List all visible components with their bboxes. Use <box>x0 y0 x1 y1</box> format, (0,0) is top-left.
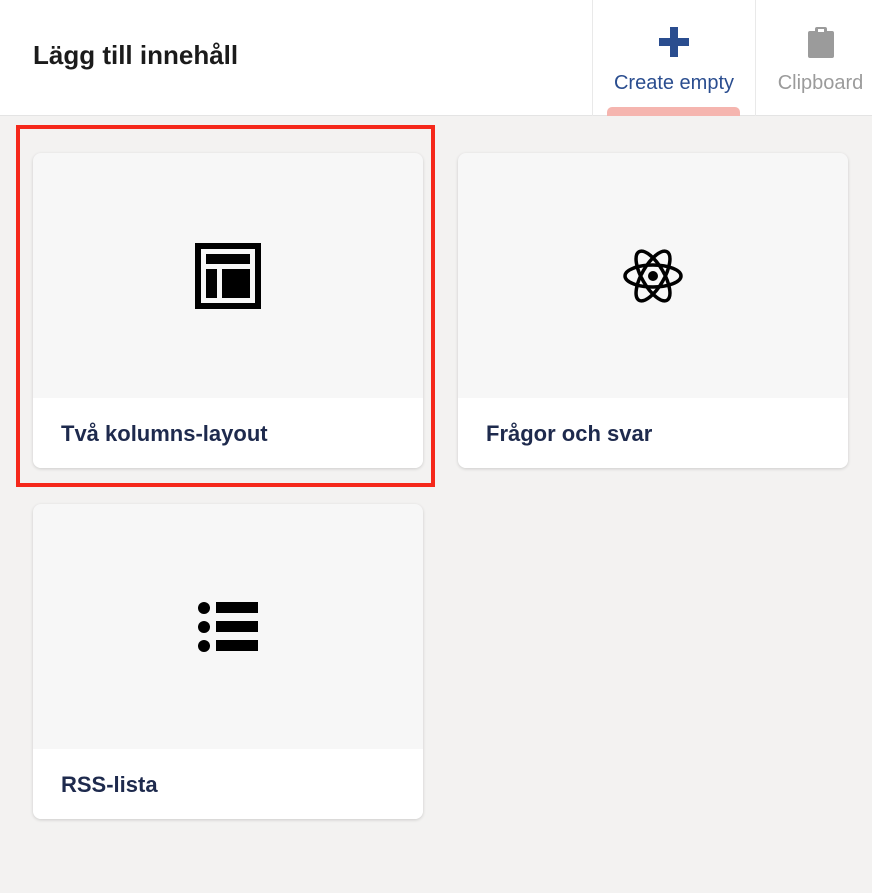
dialog-header: Lägg till innehåll Create empty Clipboar… <box>0 0 872 116</box>
create-empty-button[interactable]: Create empty <box>592 0 755 116</box>
card-label: RSS-lista <box>61 772 158 797</box>
card-preview <box>458 153 848 398</box>
block-card-two-column-layout[interactable]: Två kolumns-layout <box>33 153 423 468</box>
atom-icon <box>623 248 683 303</box>
create-empty-label: Create empty <box>613 72 735 94</box>
card-footer: Frågor och svar <box>458 398 848 468</box>
card-footer: RSS-lista <box>33 749 423 819</box>
list-icon <box>198 601 258 652</box>
clipboard-label: Clipboard <box>777 72 864 94</box>
card-preview <box>33 504 423 749</box>
card-label: Frågor och svar <box>486 421 653 446</box>
layout-icon <box>195 242 261 309</box>
clipboard-button[interactable]: Clipboard <box>755 0 872 116</box>
card-footer: Två kolumns-layout <box>33 398 423 468</box>
dialog-title: Lägg till innehåll <box>33 40 239 70</box>
plus-icon <box>659 27 689 57</box>
block-card-faq[interactable]: Frågor och svar <box>458 153 848 468</box>
block-card-rss-list[interactable]: RSS-lista <box>33 504 423 819</box>
clipboard-icon <box>807 27 834 58</box>
active-tab-indicator <box>607 107 740 116</box>
card-label: Två kolumns-layout <box>61 421 268 446</box>
card-preview <box>33 153 423 398</box>
